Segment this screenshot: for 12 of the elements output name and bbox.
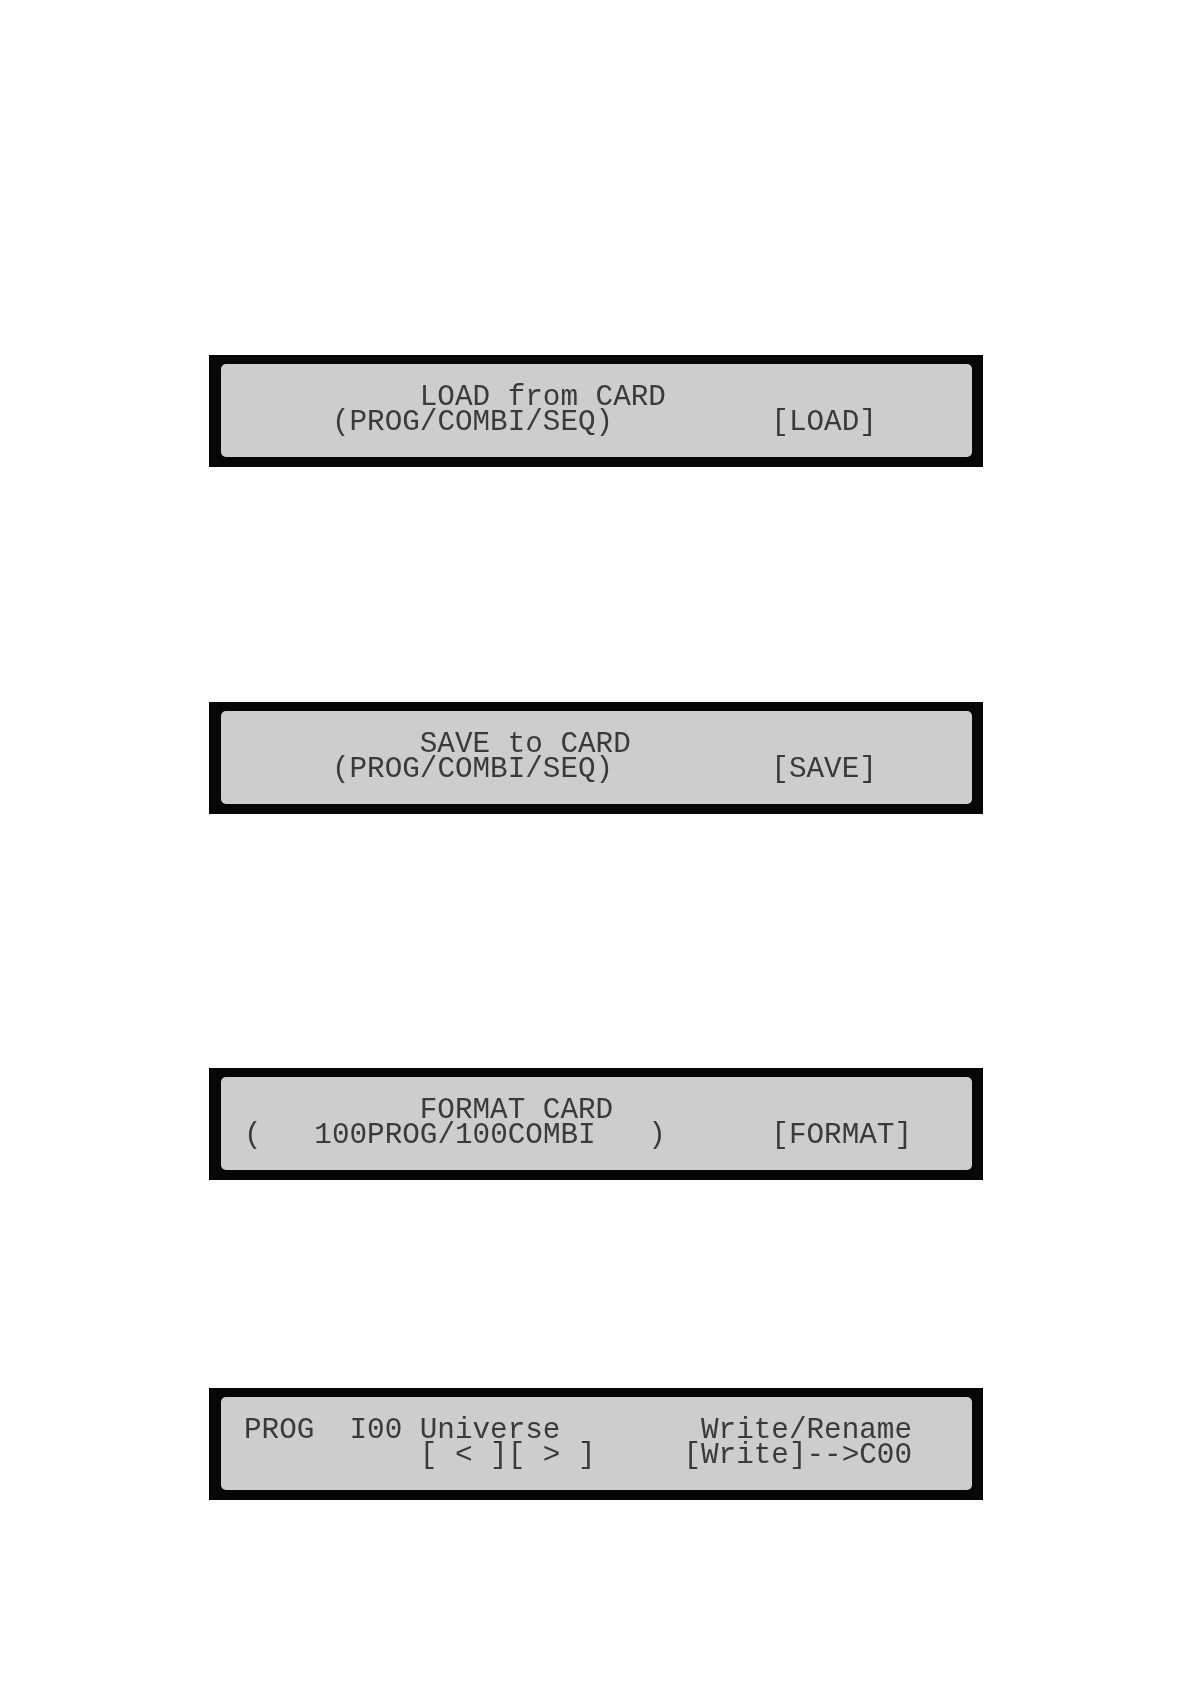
program-number: I00 — [349, 1418, 403, 1443]
option-text: (PROG/COMBI/SEQ) — [331, 757, 614, 782]
option-text: (PROG/COMBI/SEQ) — [331, 410, 614, 435]
option-text: ( 100PROG/100COMBI ) — [244, 1123, 666, 1148]
destination-text: -->C00 — [806, 1443, 912, 1468]
cursor-key-label: [ > ] — [507, 1443, 596, 1468]
mode-label: PROG — [244, 1418, 315, 1443]
softkey-label: [LOAD] — [771, 410, 877, 435]
softkey-label: [FORMAT] — [771, 1123, 912, 1148]
cursor-key-label: [ < ] — [419, 1443, 508, 1468]
softkey-label: [SAVE] — [771, 757, 877, 782]
softkey-label: [Write] — [683, 1443, 807, 1468]
